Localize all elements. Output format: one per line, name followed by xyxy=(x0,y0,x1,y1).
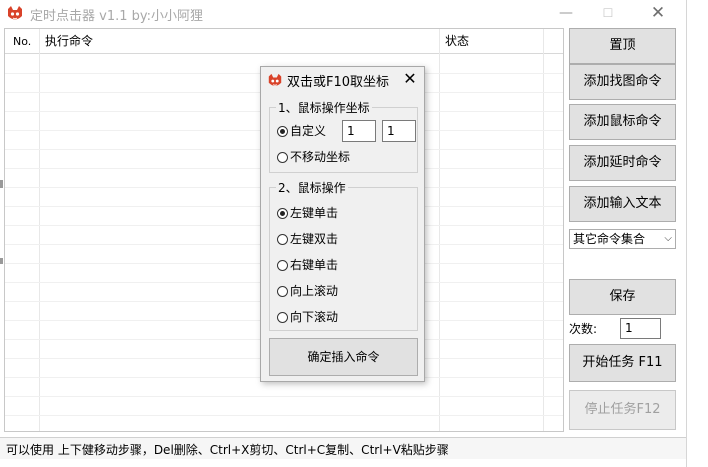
radio-label: 向上滚动 xyxy=(290,284,339,298)
coordinate-group-title: 1、鼠标操作坐标 xyxy=(276,99,372,116)
mouse-action-group-title: 2、鼠标操作 xyxy=(276,179,348,196)
radio-dot xyxy=(277,126,288,137)
add-mouse-command-button[interactable]: 添加鼠标命令 xyxy=(569,104,676,140)
radio-label: 不移动坐标 xyxy=(290,150,351,164)
count-label: 次数: xyxy=(569,322,598,336)
radio-dot xyxy=(277,260,288,271)
save-button[interactable]: 保存 xyxy=(569,279,676,315)
status-text: 可以使用 上下健移动步骤，Del删除、Ctrl+X剪切、Ctrl+C复制、Ctr… xyxy=(6,443,449,457)
radio-label: 左键单击 xyxy=(290,206,339,220)
status-bar: 可以使用 上下健移动步骤，Del删除、Ctrl+X剪切、Ctrl+C复制、Ctr… xyxy=(0,437,686,459)
dialog-title: 双击或F10取坐标 xyxy=(287,75,390,90)
count-input[interactable]: 1 xyxy=(620,318,661,339)
radio-right-click[interactable]: 右键单击 xyxy=(277,256,338,274)
radio-custom-coordinate[interactable]: 自定义 xyxy=(277,122,326,140)
mouse-command-dialog: 双击或F10取坐标 ✕ 1、鼠标操作坐标 自定义 1 1 不移动坐标 2、鼠标操… xyxy=(260,66,425,382)
dropdown-value: 其它命令集合 xyxy=(573,232,646,246)
radio-label: 左键双击 xyxy=(290,232,339,246)
radio-dot xyxy=(277,286,288,297)
radio-dot xyxy=(277,312,288,323)
radio-left-double-click[interactable]: 左键双击 xyxy=(277,230,338,248)
radio-label: 向下滚动 xyxy=(290,310,339,324)
radio-no-move[interactable]: 不移动坐标 xyxy=(277,148,350,166)
x-coordinate-input[interactable]: 1 xyxy=(342,120,376,142)
radio-dot xyxy=(277,208,288,219)
insert-command-button[interactable]: 确定插入命令 xyxy=(269,338,418,376)
add-image-command-button[interactable]: 添加找图命令 xyxy=(569,64,676,100)
radio-dot xyxy=(277,234,288,245)
radio-label: 右键单击 xyxy=(290,258,339,272)
other-commands-dropdown[interactable]: 其它命令集合 ⌵ xyxy=(569,229,676,249)
column-divider xyxy=(439,29,440,431)
add-text-input-button[interactable]: 添加输入文本 xyxy=(569,186,676,222)
grid-line xyxy=(5,396,563,397)
radio-scroll-down[interactable]: 向下滚动 xyxy=(277,308,338,326)
stop-task-button[interactable]: 停止任务F12 xyxy=(569,390,676,430)
column-divider xyxy=(543,29,544,431)
radio-scroll-up[interactable]: 向上滚动 xyxy=(277,282,338,300)
dialog-cat-icon xyxy=(268,73,282,86)
add-delay-command-button[interactable]: 添加延时命令 xyxy=(569,145,676,181)
window-right-border xyxy=(686,0,687,467)
list-header: No. 执行命令 状态 xyxy=(5,29,563,54)
dialog-close-button[interactable]: ✕ xyxy=(397,67,423,91)
maximize-button[interactable]: ☐ xyxy=(590,2,626,24)
edge-fragment xyxy=(0,180,3,188)
column-divider xyxy=(39,29,40,431)
radio-label: 自定义 xyxy=(290,124,327,138)
radio-left-click[interactable]: 左键单击 xyxy=(277,204,338,222)
column-status[interactable]: 状态 xyxy=(445,29,469,54)
pin-top-button[interactable]: 置顶 xyxy=(569,28,676,64)
start-task-button[interactable]: 开始任务 F11 xyxy=(569,344,676,382)
y-coordinate-input[interactable]: 1 xyxy=(382,120,416,142)
grid-line xyxy=(5,415,563,416)
edge-fragment xyxy=(0,258,3,264)
window-title: 定时点击器 v1.1 by:小小阿狸 xyxy=(30,9,204,24)
radio-dot xyxy=(277,152,288,163)
chevron-down-icon: ⌵ xyxy=(664,233,672,244)
column-no[interactable]: No. xyxy=(13,29,31,54)
title-bar: 定时点击器 v1.1 by:小小阿狸 — ☐ ✕ xyxy=(0,0,708,28)
minimize-button[interactable]: — xyxy=(548,2,584,24)
column-command[interactable]: 执行命令 xyxy=(45,29,93,54)
app-cat-icon xyxy=(8,6,22,20)
close-button[interactable]: ✕ xyxy=(638,0,678,26)
